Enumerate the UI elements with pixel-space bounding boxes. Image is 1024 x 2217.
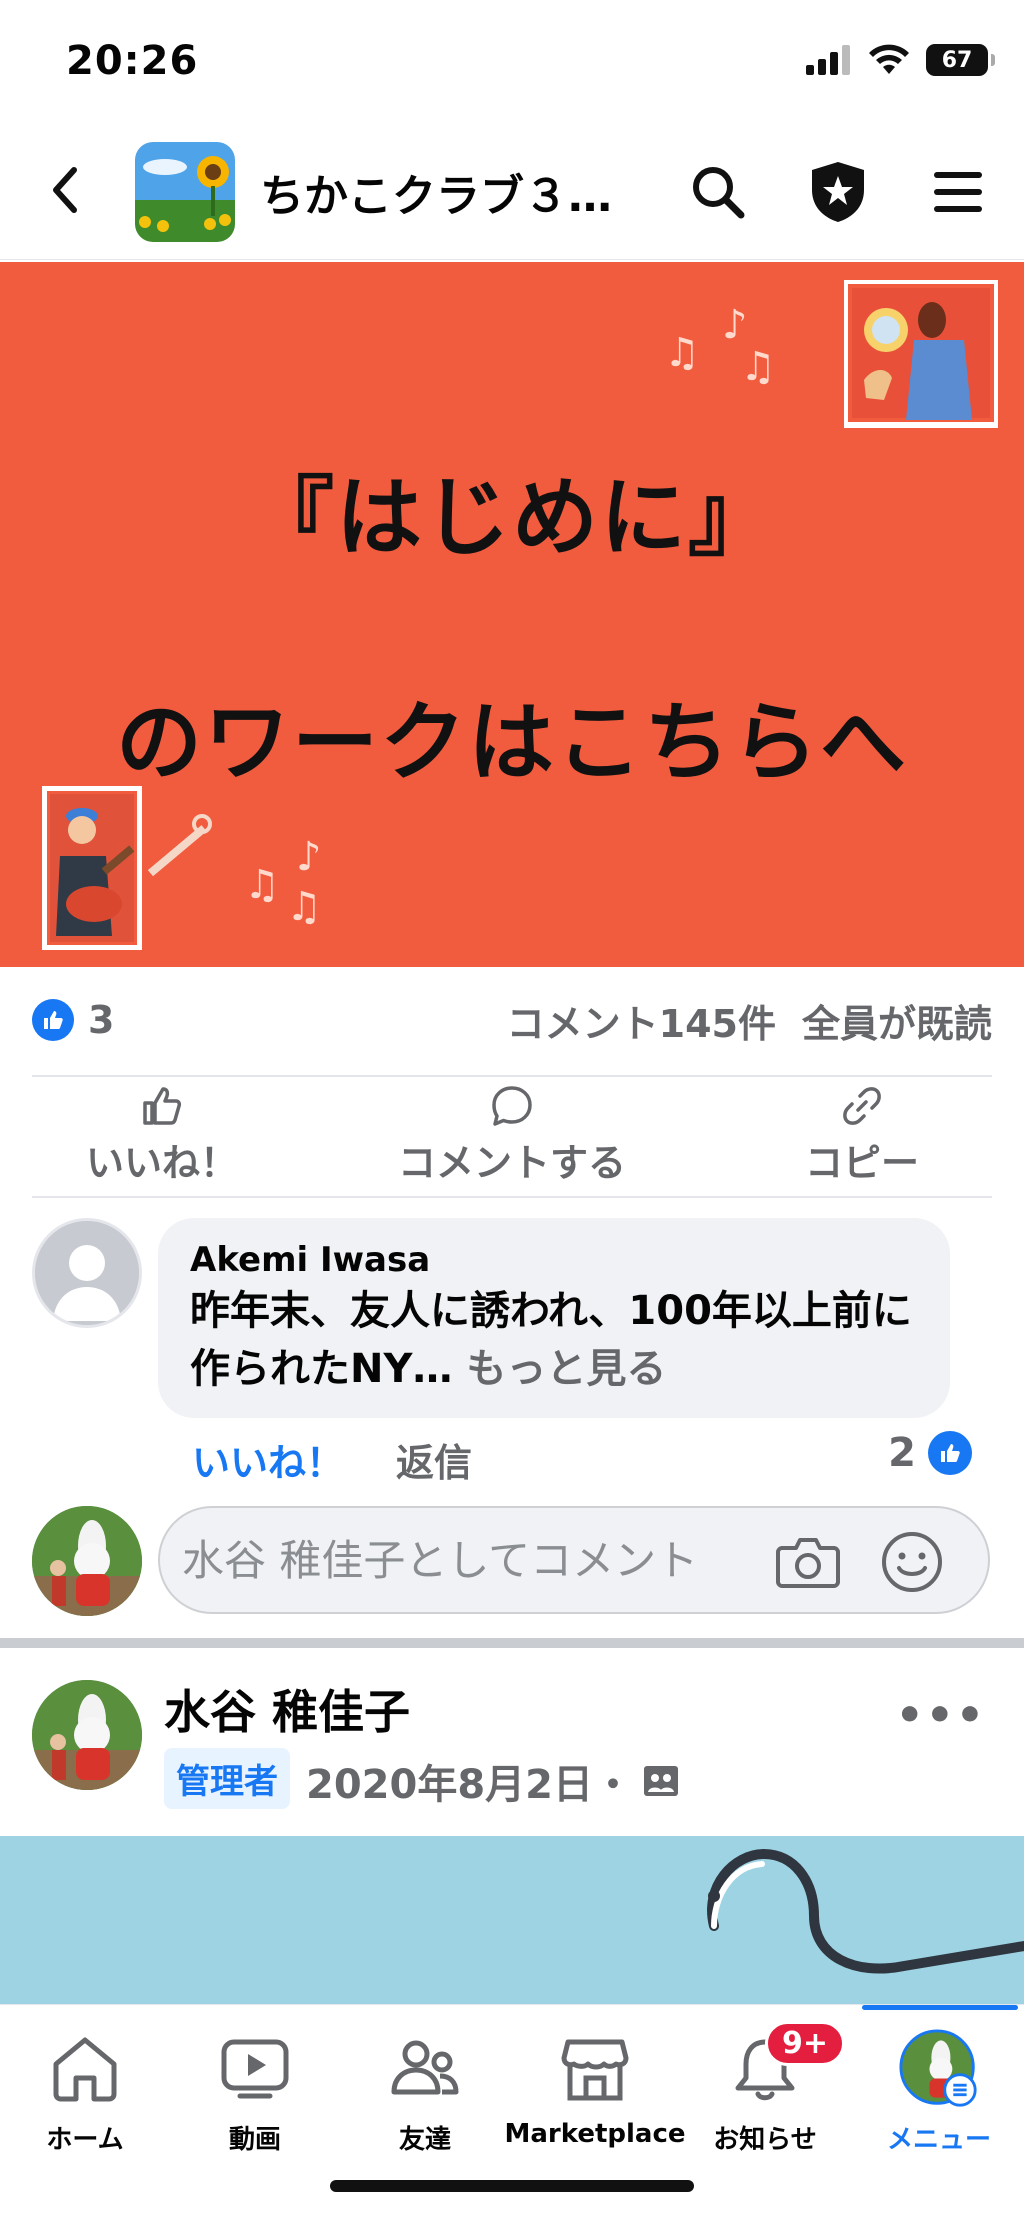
- post-date[interactable]: 2020年8月2日・: [306, 1752, 633, 1810]
- thumbs-up-icon: [143, 1086, 182, 1125]
- camera-button[interactable]: [776, 1532, 840, 1592]
- post-actions: いいね！ コメントする コピー: [32, 1080, 992, 1190]
- banner-title: 『はじめに』: [248, 468, 776, 568]
- comment-bubble-icon: [492, 1085, 532, 1126]
- music-note-icon: ♫: [740, 344, 776, 390]
- commenter-avatar[interactable]: [32, 1218, 142, 1328]
- smiley-icon: [882, 1532, 942, 1592]
- nav-menu[interactable]: メニュー: [854, 2029, 1024, 2156]
- comment-count[interactable]: コメント145件: [507, 993, 776, 1048]
- like-button[interactable]: いいね！: [32, 1080, 292, 1190]
- reaction-summary[interactable]: 3 コメント145件 全員が既読: [32, 990, 992, 1050]
- group-title[interactable]: ちかこクラブ３…: [260, 160, 612, 224]
- music-note-icon: ♪: [722, 302, 748, 348]
- sunflower-image: [135, 142, 235, 242]
- banner-subtitle: のワークはこちらへ: [116, 693, 908, 793]
- like-reaction-icon: [32, 999, 74, 1041]
- friends-icon: [391, 2040, 459, 2095]
- divider: [32, 1075, 992, 1077]
- wifi-icon: [869, 44, 909, 74]
- chevron-left-icon: [53, 167, 77, 213]
- like-button-label: いいね！: [85, 1140, 238, 1185]
- comment-bubble[interactable]: Akemi Iwasa 昨年末、友人に誘われ、100年以上前に作られたNY… も…: [158, 1218, 950, 1418]
- comment-like-count: 2: [888, 1430, 916, 1476]
- active-tab-indicator: [862, 2005, 1018, 2010]
- comment-input[interactable]: [182, 1535, 742, 1585]
- like-count: 3: [88, 998, 115, 1042]
- admin-badge: 管理者: [164, 1748, 290, 1809]
- hamburger-icon: [934, 172, 982, 212]
- back-button[interactable]: [40, 160, 90, 220]
- status-icons: 67: [806, 44, 995, 76]
- signal-icon: [806, 45, 850, 75]
- post-options-button[interactable]: •••: [896, 1690, 986, 1741]
- video-icon: [221, 2039, 289, 2099]
- seen-by-status[interactable]: 全員が既読: [802, 993, 992, 1048]
- nav-home[interactable]: ホーム: [0, 2029, 170, 2156]
- post-author-name[interactable]: 水谷 稚佳子: [164, 1676, 410, 1742]
- home-indicator[interactable]: [330, 2180, 694, 2192]
- post-image[interactable]: [0, 1836, 1024, 2006]
- nav-friends-label: 友達: [398, 2125, 451, 2155]
- nav-marketplace[interactable]: Marketplace: [505, 2029, 686, 2149]
- menu-button[interactable]: [926, 160, 990, 224]
- tambourine-illustration: [844, 280, 998, 428]
- copy-button-label: コピー: [804, 1140, 919, 1185]
- guitar-player-illustration: [42, 786, 142, 950]
- comment-like-summary[interactable]: 2: [888, 1430, 972, 1476]
- search-icon: [693, 167, 745, 219]
- nav-video-label: 動画: [228, 2125, 281, 2155]
- nav-video[interactable]: 動画: [170, 2029, 340, 2156]
- comment-button-label: コメントする: [397, 1140, 626, 1185]
- emoji-button[interactable]: [880, 1532, 944, 1592]
- comment-actions: いいね！ 返信: [192, 1432, 472, 1487]
- shield-star-icon: [812, 162, 864, 222]
- guitar-neck-icon: [147, 814, 212, 877]
- camera-icon: [776, 1538, 840, 1588]
- comment-input-box[interactable]: [158, 1506, 990, 1614]
- battery-indicator: 67: [926, 44, 995, 76]
- nav-notifications[interactable]: 9+ お知らせ: [680, 2021, 850, 2156]
- link-icon: [843, 1086, 881, 1125]
- user-photo: [32, 1680, 142, 1790]
- like-reaction-icon: [928, 1431, 972, 1475]
- music-note-icon: ♫: [244, 862, 280, 908]
- comment-button[interactable]: コメントする: [382, 1080, 642, 1190]
- copy-link-button[interactable]: コピー: [732, 1080, 992, 1190]
- comment-like-button[interactable]: いいね！: [192, 1432, 344, 1487]
- comment-author[interactable]: Akemi Iwasa: [190, 1240, 918, 1280]
- home-icon: [53, 2037, 117, 2102]
- current-user-avatar[interactable]: [32, 1506, 142, 1616]
- nav-menu-label: メニュー: [886, 2125, 991, 2155]
- music-note-icon: ♫: [664, 330, 700, 376]
- post-separator: [0, 1638, 1024, 1648]
- comment-reply-button[interactable]: 返信: [396, 1432, 472, 1487]
- group-members-privacy-icon: [644, 1766, 678, 1796]
- post-banner-image[interactable]: 『はじめに』 のワークはこちらへ ♫ ♪ ♫ ♫ ♪ ♫: [0, 262, 1024, 967]
- status-bar: 20:26 67: [0, 0, 1024, 120]
- marketplace-icon: [561, 2039, 629, 2101]
- menu-avatar-icon: [899, 2029, 977, 2107]
- comment-text: 昨年末、友人に誘われ、100年以上前に作られたNY… もっと見る: [190, 1282, 918, 1398]
- post-author-avatar[interactable]: [32, 1680, 142, 1790]
- group-thumbnail[interactable]: [135, 142, 235, 242]
- notification-badge: 9+: [765, 2021, 846, 2066]
- music-note-icon: ♪: [296, 834, 322, 880]
- user-photo: [32, 1506, 142, 1616]
- see-more-link[interactable]: もっと見る: [452, 1346, 666, 1392]
- default-avatar-icon: [35, 1221, 139, 1325]
- nav-marketplace-label: Marketplace: [504, 2119, 686, 2149]
- music-note-icon: ♫: [286, 884, 322, 930]
- search-button[interactable]: [686, 160, 750, 224]
- stethoscope-illustration: [707, 1848, 1024, 1974]
- divider: [32, 1196, 992, 1198]
- nav-notifications-label: お知らせ: [713, 2125, 817, 2155]
- post-meta: 2020年8月2日・: [306, 1752, 679, 1810]
- nav-friends[interactable]: 友達: [340, 2029, 510, 2156]
- group-header: ちかこクラブ３…: [0, 130, 1024, 260]
- admin-tools-button[interactable]: [806, 160, 870, 224]
- status-time: 20:26: [66, 38, 199, 84]
- nav-home-label: ホーム: [46, 2125, 124, 2155]
